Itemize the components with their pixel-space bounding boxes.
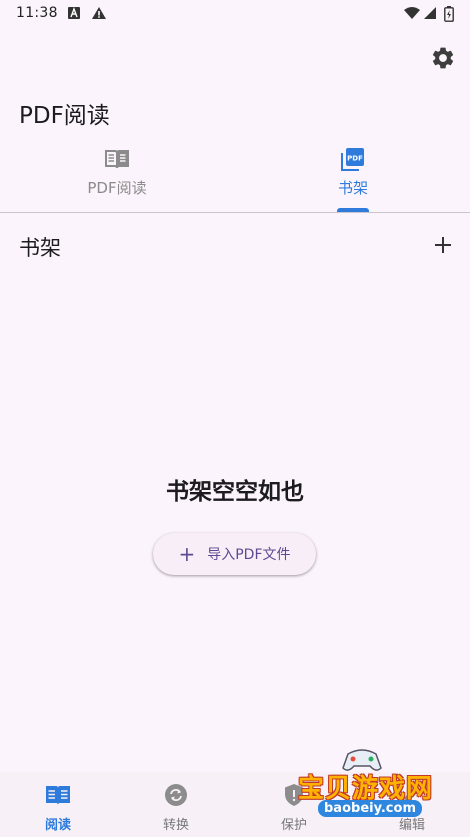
bottom-navigation: 阅读 转换 保护 编辑 — [0, 772, 470, 837]
convert-icon — [165, 784, 187, 806]
empty-state-title: 书架空空如也 — [166, 479, 304, 505]
plus-icon: + — [178, 542, 196, 566]
import-pdf-button[interactable]: + 导入PDF文件 — [153, 533, 316, 575]
nav-item-read[interactable]: 阅读 — [18, 782, 98, 833]
nav-label: 保护 — [280, 818, 307, 833]
tab-bookshelf[interactable]: PDF 书架 — [283, 146, 423, 212]
book-icon — [46, 786, 70, 805]
status-time: 11:38 — [16, 5, 58, 21]
shield-icon — [285, 784, 303, 806]
tab-label: 书架 — [337, 179, 368, 197]
gamepad-icon — [342, 749, 382, 771]
tab-pdf-reader[interactable]: PDF阅读 — [47, 146, 187, 212]
nav-item-edit[interactable]: 编辑 — [372, 782, 452, 833]
nav-label: 转换 — [162, 818, 189, 833]
tabs-divider — [0, 212, 470, 213]
nav-item-convert[interactable]: 转换 — [136, 782, 216, 833]
page-title: PDF阅读 — [19, 103, 110, 129]
edit-icon — [403, 786, 421, 806]
import-pdf-label: 导入PDF文件 — [207, 547, 291, 563]
nav-item-protect[interactable]: 保护 — [254, 782, 334, 833]
book-open-icon — [105, 150, 129, 169]
tab-label: PDF阅读 — [87, 179, 147, 197]
gear-icon[interactable] — [430, 45, 456, 71]
svg-text:PDF: PDF — [347, 155, 363, 163]
nav-label: 编辑 — [398, 818, 425, 833]
add-icon[interactable] — [431, 233, 455, 257]
nav-label: 阅读 — [44, 818, 71, 833]
pdf-file-icon: PDF — [341, 148, 364, 171]
status-bar: 11:38 — [0, 0, 470, 28]
wifi-icon — [404, 7, 420, 19]
section-title: 书架 — [19, 236, 61, 260]
signal-icon — [424, 7, 436, 19]
notification-a-icon — [68, 7, 80, 19]
warning-icon — [92, 7, 106, 19]
battery-icon — [444, 6, 454, 22]
